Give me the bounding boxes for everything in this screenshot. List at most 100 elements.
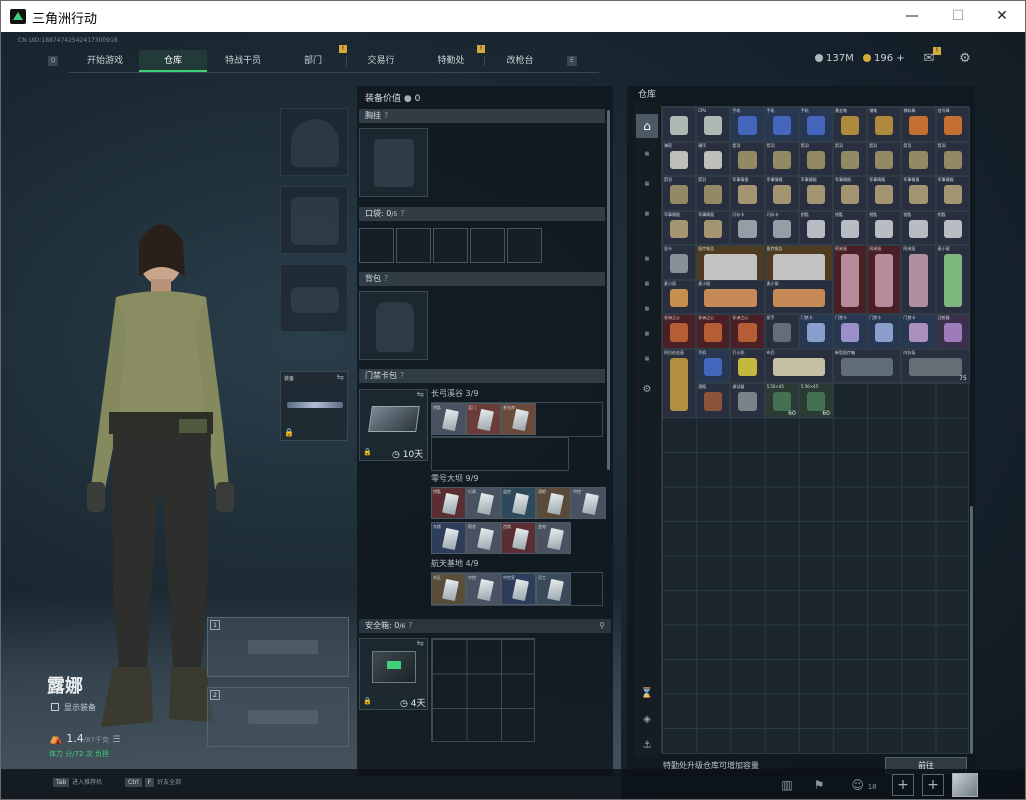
storage-tab-weapons[interactable]: ▦ xyxy=(636,142,658,166)
keycard-item[interactable]: 中控 xyxy=(466,573,501,605)
storage-item[interactable]: 布匹 xyxy=(764,348,833,383)
close-button[interactable]: ✕ xyxy=(979,1,1025,32)
storage-tab-ammo[interactable]: ▦ xyxy=(636,202,658,226)
storage-item[interactable]: 军事情报 xyxy=(935,176,970,211)
currency-secondary[interactable]: 196 + xyxy=(863,53,905,64)
storage-tab-extra-2[interactable]: ▦ xyxy=(636,347,658,371)
storage-item[interactable]: 手机 xyxy=(730,107,765,142)
tab-hotkey-hint[interactable]: Tab 进入推荐机 xyxy=(53,777,102,787)
storage-item[interactable]: 麦小丽 xyxy=(764,279,833,314)
primary-weapon-slot[interactable]: 1 xyxy=(207,617,349,677)
storage-item[interactable]: 门禁卡 xyxy=(798,314,833,349)
avatar[interactable] xyxy=(952,773,978,797)
storage-scrollbar[interactable] xyxy=(970,506,973,754)
storage-item[interactable]: 手机 xyxy=(798,107,833,142)
pocket-slot[interactable] xyxy=(433,228,468,263)
storage-item[interactable]: 显卡 xyxy=(662,245,697,280)
storage-item[interactable] xyxy=(662,107,697,142)
storage-item[interactable]: 黄金笔 xyxy=(833,107,868,142)
keycard-item[interactable]: 西楼 xyxy=(501,522,536,554)
keycard-item[interactable]: 员工 xyxy=(536,573,571,605)
helmet-slot[interactable] xyxy=(280,108,348,176)
nav-prev-key[interactable]: Q xyxy=(48,56,58,66)
keycard-item[interactable]: 东区 xyxy=(431,573,466,605)
add-teammate-button[interactable]: + xyxy=(922,774,944,796)
swap-icon[interactable]: ⇋ xyxy=(336,373,344,383)
ctrl-hotkey-hint[interactable]: Ctrl F 好友全部 xyxy=(125,777,181,787)
storage-tab-settings-gear-icon[interactable]: ⚙ xyxy=(636,378,658,402)
storage-item[interactable]: 箭羽 xyxy=(798,141,833,176)
swap-icon[interactable]: ⇋ xyxy=(416,390,424,400)
safebox-grid[interactable] xyxy=(431,638,535,742)
storage-item[interactable]: 军事情报 xyxy=(696,210,731,245)
swap-icon[interactable]: ⇋ xyxy=(416,639,424,649)
tab-department[interactable]: 部门 xyxy=(279,50,347,72)
storage-item[interactable]: 钥匙 xyxy=(833,210,868,245)
armor-slot[interactable] xyxy=(280,186,348,254)
keycard-item[interactable]: 老仓库 xyxy=(501,403,536,435)
chest-rig-slot[interactable] xyxy=(359,128,428,197)
storage-item[interactable]: 箭羽 xyxy=(901,141,936,176)
storage-item[interactable]: 5.56×45 60 xyxy=(764,383,799,418)
keycard-case-slot[interactable]: ⇋ 🔒 ◷ 10天 xyxy=(359,389,428,461)
tab-special-ops[interactable]: 特勤处 xyxy=(415,50,487,72)
pistol-slot[interactable] xyxy=(280,264,348,332)
safebox-slot[interactable]: ⇋ 🔒 ◷ 4天 xyxy=(359,638,428,710)
storage-tab-extra-1[interactable]: ▦ xyxy=(636,322,658,346)
storage-item[interactable]: 钥匙 xyxy=(935,210,970,245)
storage-item[interactable]: 阿米娅 xyxy=(833,245,868,314)
tab-warehouse[interactable]: 仓库 xyxy=(139,50,207,72)
storage-item[interactable]: 门禁卡 xyxy=(833,314,868,349)
storage-item[interactable]: 军事情报 xyxy=(764,176,799,211)
storage-item[interactable]: 箭羽 xyxy=(935,141,970,176)
storage-item[interactable]: 箭羽 xyxy=(730,141,765,176)
storage-tab-gear[interactable]: ▦ xyxy=(636,172,658,196)
storage-tab-medical[interactable]: ▦ xyxy=(636,247,658,271)
storage-item[interactable]: 酒瓶 xyxy=(696,383,731,418)
stats-chart-icon[interactable]: ▥ xyxy=(777,775,797,795)
keycard-item[interactable]: 东楼 xyxy=(431,522,466,554)
storage-item[interactable]: 箭羽 xyxy=(867,141,902,176)
storage-item[interactable]: 非洲之心 xyxy=(730,314,765,349)
storage-item[interactable]: 调试器 xyxy=(730,383,765,418)
minimize-button[interactable]: — xyxy=(889,1,935,32)
storage-item[interactable]: 军事情报 xyxy=(730,176,765,211)
tab-trading[interactable]: 交易行 xyxy=(347,50,415,72)
settings-gear-icon[interactable]: ⚙ xyxy=(957,51,973,67)
storage-item[interactable]: 麦小丽 xyxy=(696,279,765,314)
storage-item[interactable]: 军事情报 xyxy=(867,176,902,211)
storage-item[interactable]: 手机 xyxy=(764,107,799,142)
friends-icon[interactable]: ☺ 18 xyxy=(847,775,881,795)
storage-item[interactable]: 军事情报 xyxy=(662,210,697,245)
show-gear-toggle[interactable]: 显示装备 xyxy=(51,702,96,713)
add-teammate-button[interactable]: + xyxy=(892,774,914,796)
storage-item[interactable]: 内存条 75 xyxy=(901,348,970,383)
storage-item[interactable]: 新型医疗箱 xyxy=(833,348,902,383)
tab-operators[interactable]: 特战干员 xyxy=(207,50,279,72)
storage-item[interactable]: 打火机 xyxy=(730,348,765,383)
storage-item[interactable]: 军事情报 xyxy=(798,176,833,211)
storage-item[interactable]: 军事情报 xyxy=(901,176,936,211)
storage-item[interactable]: 钥匙 xyxy=(798,210,833,245)
storage-item[interactable]: 5.56×45 60 xyxy=(798,383,833,418)
pocket-slot[interactable] xyxy=(470,228,505,263)
keycard-item[interactable]: 监控 xyxy=(501,487,536,519)
sort-icon[interactable]: ⌛ xyxy=(636,682,658,706)
nav-next-key[interactable]: E xyxy=(567,56,577,66)
keycard-item[interactable]: 钥匙 xyxy=(431,487,466,519)
storage-item[interactable]: 阿米娅 xyxy=(901,245,936,314)
storage-item[interactable]: CPU xyxy=(696,107,731,142)
upgrade-icon[interactable]: ⚓ xyxy=(636,734,658,758)
storage-item[interactable]: 注射器 xyxy=(935,314,970,349)
storage-item[interactable]: 军事情报 xyxy=(833,176,868,211)
maximize-button[interactable]: ☐ xyxy=(935,1,981,32)
flag-icon[interactable]: ⚑ xyxy=(809,775,829,795)
layers-icon[interactable]: ◈ xyxy=(636,708,658,732)
storage-item[interactable]: 手机 xyxy=(696,348,731,383)
storage-item[interactable]: 钥匙 xyxy=(867,210,902,245)
storage-item[interactable]: 闪存卡 xyxy=(730,210,765,245)
keycard-item[interactable]: 酒吧 xyxy=(536,487,571,519)
secondary-weapon-slot[interactable]: 2 xyxy=(207,687,349,747)
tab-start-game[interactable]: 开始游戏 xyxy=(71,50,139,72)
storage-item[interactable]: 弹药 xyxy=(662,141,697,176)
